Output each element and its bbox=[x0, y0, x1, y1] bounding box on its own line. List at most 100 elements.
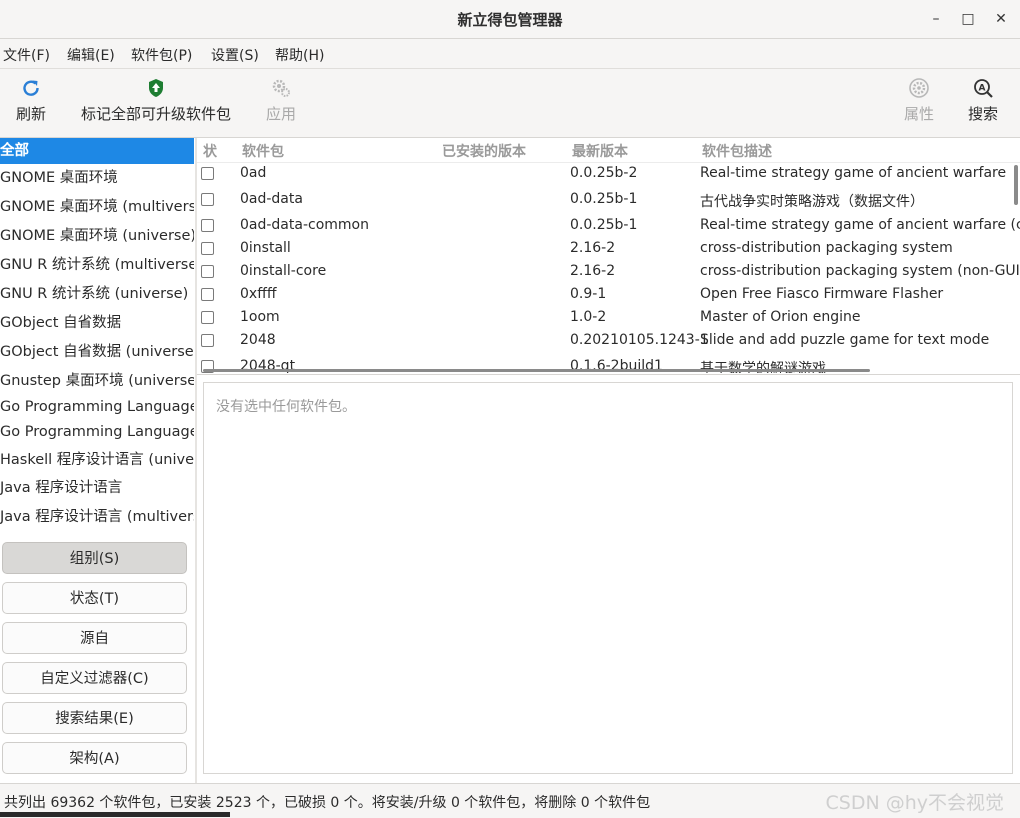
package-name: 0ad-data-common bbox=[240, 217, 369, 233]
menu-settings[interactable]: 设置(S) bbox=[211, 45, 259, 65]
horizontal-scrollbar[interactable] bbox=[203, 369, 870, 372]
latest-version: 0.0.25b-1 bbox=[570, 191, 638, 207]
apply-button[interactable]: 应用 bbox=[264, 77, 298, 124]
latest-version: 2.16-2 bbox=[570, 240, 616, 256]
filter-custom-button[interactable]: 自定义过滤器(C) bbox=[2, 662, 187, 694]
menu-bar: 文件(F) 编辑(E) 软件包(P) 设置(S) 帮助(H) bbox=[0, 39, 1020, 69]
gears-icon bbox=[272, 79, 290, 97]
filter-architecture-button[interactable]: 架构(A) bbox=[2, 742, 187, 774]
package-name: 0install bbox=[240, 240, 291, 256]
column-description[interactable]: 软件包描述 bbox=[702, 141, 772, 161]
package-name: 1oom bbox=[240, 309, 280, 325]
group-item[interactable]: Go Programming Language (u bbox=[0, 419, 194, 446]
mark-all-upgrades-label: 标记全部可升级软件包 bbox=[80, 105, 231, 123]
group-item[interactable]: GNOME 桌面环境 bbox=[0, 164, 194, 193]
properties-label: 属性 bbox=[903, 105, 934, 123]
package-description: cross-distribution packaging system (non… bbox=[700, 263, 1020, 279]
vertical-scrollbar[interactable] bbox=[1014, 165, 1018, 205]
status-text: 共列出 69362 个软件包，已安装 2523 个，已破损 0 个。将安装/升级… bbox=[4, 795, 651, 811]
package-name: 0install-core bbox=[240, 263, 327, 279]
group-item[interactable]: GNU R 统计系统 (multiverse) bbox=[0, 251, 194, 280]
package-name: 0ad-data bbox=[240, 191, 303, 207]
shield-upgrade-icon bbox=[149, 79, 163, 97]
menu-edit[interactable]: 编辑(E) bbox=[67, 45, 115, 65]
package-table-header: 状 软件包 已安装的版本 最新版本 软件包描述 bbox=[197, 138, 1020, 163]
table-row[interactable]: 2048 0.20210105.1243-1 Slide and add puz… bbox=[197, 330, 1020, 353]
table-row[interactable]: 1oom 1.0-2 Master of Orion engine bbox=[197, 307, 1020, 330]
table-row[interactable]: 0ad-data-common 0.0.25b-1 Real-time stra… bbox=[197, 215, 1020, 238]
filter-origin-button[interactable]: 源自 bbox=[2, 622, 187, 654]
refresh-button[interactable]: 刷新 bbox=[14, 77, 48, 124]
package-description: cross-distribution packaging system bbox=[700, 240, 953, 256]
table-row[interactable]: 0ad-data 0.0.25b-1 古代战争实时策略游戏（数据文件） bbox=[197, 189, 1020, 212]
menu-file[interactable]: 文件(F) bbox=[3, 45, 50, 65]
filter-status-button[interactable]: 状态(T) bbox=[2, 582, 187, 614]
group-item[interactable]: Go Programming Language bbox=[0, 396, 194, 419]
status-checkbox[interactable] bbox=[201, 219, 214, 232]
watermark: CSDN @hy不会视觉 bbox=[825, 792, 1005, 814]
menu-package[interactable]: 软件包(P) bbox=[131, 45, 192, 65]
group-item[interactable]: GNOME 桌面环境 (universe) bbox=[0, 222, 194, 251]
toolbar: 刷新 标记全部可升级软件包 应用 属性 A 搜索 bbox=[0, 69, 1020, 138]
group-item[interactable]: Gnustep 桌面环境 (universe) bbox=[0, 367, 194, 396]
group-item[interactable]: GNOME 桌面环境 (multiverse bbox=[0, 193, 194, 222]
table-row[interactable]: 0install-core 2.16-2 cross-distribution … bbox=[197, 261, 1020, 284]
apply-label: 应用 bbox=[265, 105, 296, 123]
maximize-button[interactable]: □ bbox=[957, 8, 979, 30]
package-description: Open Free Fiasco Firmware Flasher bbox=[700, 286, 944, 302]
svg-text:A: A bbox=[979, 84, 986, 94]
status-checkbox[interactable] bbox=[201, 265, 214, 278]
column-package[interactable]: 软件包 bbox=[242, 141, 284, 161]
properties-button[interactable]: 属性 bbox=[902, 77, 936, 124]
package-description: Master of Orion engine bbox=[700, 309, 861, 325]
status-checkbox[interactable] bbox=[201, 167, 214, 180]
group-list: 全部 GNOME 桌面环境 GNOME 桌面环境 (multiverse GNO… bbox=[0, 138, 194, 533]
pane-separator[interactable] bbox=[197, 374, 1020, 375]
search-icon: A bbox=[974, 79, 993, 98]
menu-help[interactable]: 帮助(H) bbox=[275, 45, 324, 65]
mark-all-upgrades-button[interactable]: 标记全部可升级软件包 bbox=[80, 77, 232, 124]
window-title: 新立得包管理器 bbox=[457, 11, 563, 29]
latest-version: 0.0.25b-2 bbox=[570, 165, 638, 181]
group-item[interactable]: Haskell 程序设计语言 (univers bbox=[0, 446, 194, 474]
status-checkbox[interactable] bbox=[201, 288, 214, 301]
desktop-strip bbox=[0, 812, 230, 817]
title-bar: 新立得包管理器 – □ ✕ bbox=[0, 0, 1020, 39]
filter-groups-button[interactable]: 组别(S) bbox=[2, 542, 187, 574]
table-row[interactable]: 0ad 0.0.25b-2 Real-time strategy game of… bbox=[197, 163, 1020, 186]
package-description: Real-time strategy game of ancient warfa… bbox=[700, 217, 1020, 233]
group-item[interactable]: GObject 自省数据 (universe) bbox=[0, 338, 194, 367]
refresh-label: 刷新 bbox=[15, 105, 46, 123]
package-description: Slide and add puzzle game for text mode bbox=[700, 332, 990, 348]
status-checkbox[interactable] bbox=[201, 334, 214, 347]
table-row[interactable]: 0install 2.16-2 cross-distribution packa… bbox=[197, 238, 1020, 261]
latest-version: 0.0.25b-1 bbox=[570, 217, 638, 233]
latest-version: 2.16-2 bbox=[570, 263, 616, 279]
group-item[interactable]: GNU R 统计系统 (universe) bbox=[0, 280, 194, 309]
filter-search-results-button[interactable]: 搜索结果(E) bbox=[2, 702, 187, 734]
search-label: 搜索 bbox=[967, 105, 998, 123]
column-installed-version[interactable]: 已安装的版本 bbox=[442, 141, 526, 161]
group-item[interactable]: Java 程序设计语言 bbox=[0, 474, 194, 503]
latest-version: 0.9-1 bbox=[570, 286, 607, 302]
latest-version: 1.0-2 bbox=[570, 309, 607, 325]
properties-icon bbox=[909, 78, 929, 98]
latest-version: 0.20210105.1243-1 bbox=[570, 332, 709, 348]
column-status[interactable]: 状 bbox=[203, 141, 217, 161]
column-latest-version[interactable]: 最新版本 bbox=[572, 141, 628, 161]
group-item-all[interactable]: 全部 bbox=[0, 138, 194, 164]
status-checkbox[interactable] bbox=[201, 193, 214, 206]
search-button[interactable]: A 搜索 bbox=[966, 77, 1000, 124]
status-checkbox[interactable] bbox=[201, 242, 214, 255]
refresh-icon bbox=[23, 80, 39, 96]
group-item[interactable]: Java 程序设计语言 (multiverse bbox=[0, 503, 194, 532]
status-checkbox[interactable] bbox=[201, 311, 214, 324]
package-description: 古代战争实时策略游戏（数据文件） bbox=[700, 194, 924, 210]
table-row[interactable]: 0xffff 0.9-1 Open Free Fiasco Firmware F… bbox=[197, 284, 1020, 307]
close-button[interactable]: ✕ bbox=[990, 8, 1012, 30]
package-description: Real-time strategy game of ancient warfa… bbox=[700, 165, 1007, 181]
no-selection-message: 没有选中任何软件包。 bbox=[216, 399, 356, 415]
package-table: 0ad 0.0.25b-2 Real-time strategy game of… bbox=[197, 162, 1020, 373]
minimize-button[interactable]: – bbox=[925, 8, 947, 30]
group-item[interactable]: GObject 自省数据 bbox=[0, 309, 194, 338]
